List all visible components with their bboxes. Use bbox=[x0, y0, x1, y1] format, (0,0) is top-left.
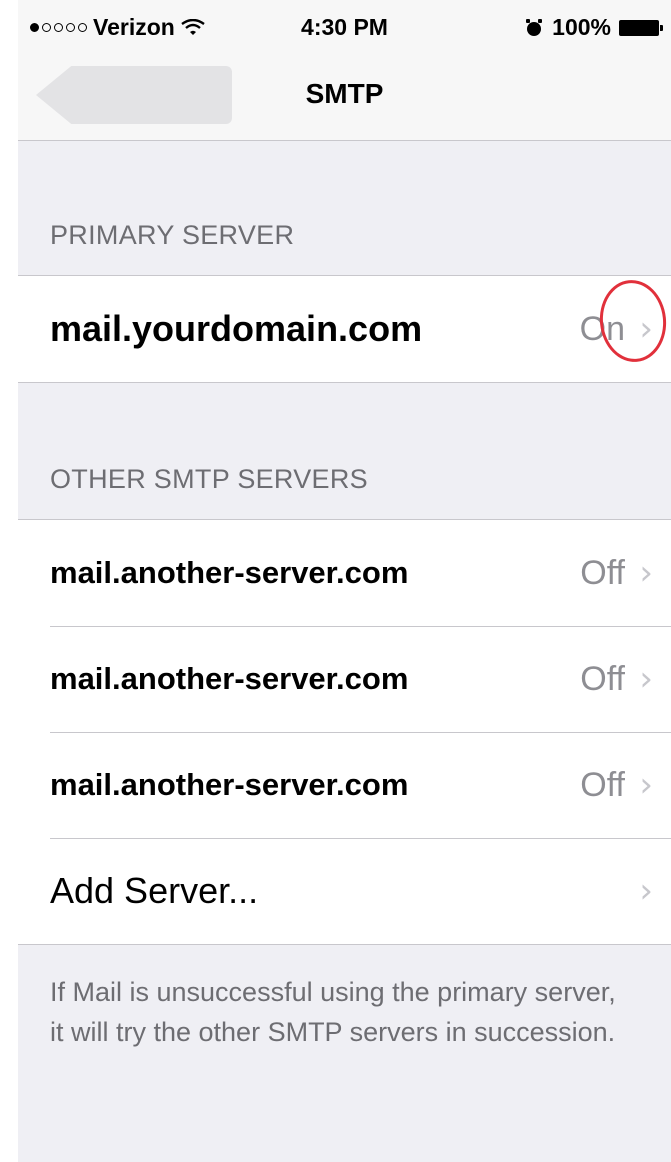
footer-note: If Mail is unsuccessful using the primar… bbox=[50, 977, 616, 1047]
navigation-bar: SMTP bbox=[18, 60, 671, 141]
other-server-name: mail.another-server.com bbox=[50, 661, 409, 696]
chevron-right-icon: › bbox=[639, 871, 653, 911]
primary-server-header: PRIMARY SERVER bbox=[50, 220, 295, 250]
chevron-right-icon: › bbox=[639, 553, 653, 593]
battery-percent: 100% bbox=[552, 14, 611, 40]
phone-screenshot: Verizon 4:30 PM 100% SMTP PRIMARY SERVER… bbox=[0, 0, 671, 1162]
other-server-status: Off bbox=[580, 765, 625, 804]
other-server-status: Off bbox=[580, 659, 625, 698]
other-servers-header: OTHER SMTP SERVERS bbox=[50, 464, 368, 494]
other-server-row-3[interactable]: mail.another-server.com Off › bbox=[18, 732, 671, 838]
primary-server-row[interactable]: mail.yourdomain.com On › bbox=[18, 276, 671, 382]
primary-server-group: mail.yourdomain.com On › bbox=[18, 275, 671, 383]
other-servers-group: mail.another-server.com Off › mail.anoth… bbox=[18, 519, 671, 945]
battery-icon bbox=[619, 19, 663, 36]
alarm-icon bbox=[526, 18, 543, 36]
status-bar: Verizon 4:30 PM 100% bbox=[18, 0, 671, 60]
primary-server-name: mail.yourdomain.com bbox=[50, 308, 423, 349]
other-server-status: Off bbox=[580, 553, 625, 592]
other-server-name: mail.another-server.com bbox=[50, 555, 409, 590]
other-server-row-1[interactable]: mail.another-server.com Off › bbox=[18, 520, 671, 626]
smtp-settings-screen: Verizon 4:30 PM 100% SMTP PRIMARY SERVER… bbox=[18, 0, 671, 1162]
status-right: 100% bbox=[524, 14, 663, 41]
add-server-label: Add Server... bbox=[50, 870, 259, 911]
add-server-row[interactable]: Add Server... › bbox=[18, 838, 671, 944]
chevron-right-icon: › bbox=[639, 659, 653, 699]
other-server-row-2[interactable]: mail.another-server.com Off › bbox=[18, 626, 671, 732]
page-title: SMTP bbox=[305, 78, 384, 109]
chevron-right-icon: › bbox=[639, 765, 653, 805]
other-server-name: mail.another-server.com bbox=[50, 767, 409, 802]
